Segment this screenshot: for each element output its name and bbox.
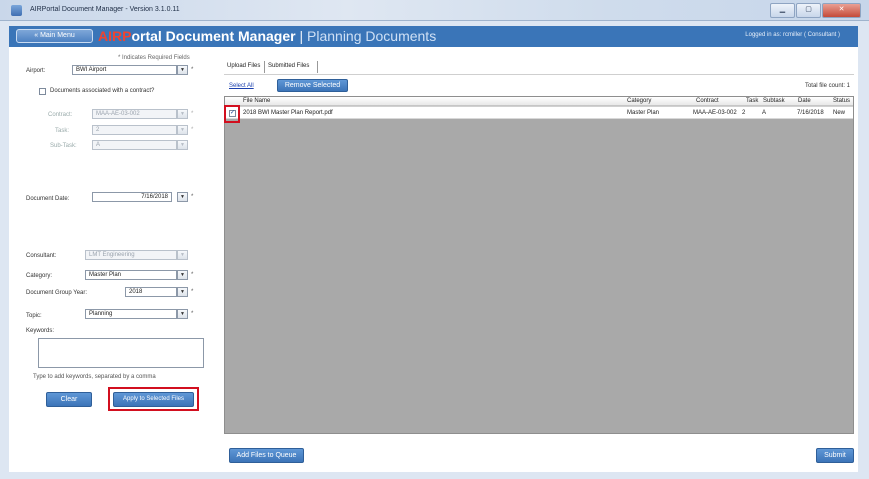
chevron-down-icon[interactable]: ▼ [177, 270, 188, 280]
grid-header: File Name Category Contract Task Subtask… [225, 97, 853, 106]
airport-select[interactable]: BWI Airport [72, 65, 177, 75]
page-title: Planning Documents [307, 28, 437, 44]
group-year-select[interactable]: 2018 [125, 287, 177, 297]
remove-selected-button[interactable]: Remove Selected [277, 79, 348, 92]
tab-divider [224, 74, 854, 75]
cell-category: Master Plan [627, 110, 660, 116]
select-all-link[interactable]: Select All [229, 83, 254, 89]
category-select[interactable]: Master Plan [85, 270, 177, 280]
maximize-icon[interactable]: ▢ [796, 3, 821, 18]
col-category[interactable]: Category [627, 98, 651, 104]
required-star: * [191, 272, 194, 278]
main-menu-button[interactable]: « Main Menu [16, 29, 93, 43]
close-icon[interactable]: ✕ [822, 3, 861, 18]
submit-button[interactable]: Submit [816, 448, 854, 463]
highlight-box [224, 105, 240, 123]
category-label: Category: [26, 273, 53, 279]
chevron-down-icon[interactable]: ▼ [177, 109, 188, 119]
contract-checkbox[interactable] [39, 88, 46, 95]
subtask-select[interactable]: A [92, 140, 177, 150]
login-info: Logged in as: rcmiller ( Consultant ) [745, 32, 840, 38]
consultant-select[interactable]: LMT Engineering [85, 250, 177, 260]
required-star: * [191, 127, 194, 133]
keywords-label: Keywords: [26, 328, 55, 334]
tab-submitted-files[interactable]: Submitted Files [264, 61, 318, 73]
subtask-label: Sub-Task: [50, 143, 77, 149]
topic-select[interactable]: Planning [85, 309, 177, 319]
app-icon [11, 5, 22, 16]
doc-date-input[interactable]: 7/16/2018 [92, 192, 172, 202]
total-file-count: Total file count: 1 [804, 83, 850, 89]
contract-checkbox-label: Documents associated with a contract? [50, 88, 155, 94]
window-controls: ▁ ▢ ✕ [770, 3, 861, 18]
apply-to-selected-files-button[interactable]: Apply to Selected Files [113, 392, 194, 407]
topic-label: Topic: [26, 313, 42, 319]
required-star: * [191, 194, 194, 200]
col-status[interactable]: Status [833, 98, 850, 104]
chevron-down-icon[interactable]: ▼ [177, 65, 188, 75]
cell-file-name: 2018 BWI Master Plan Report.pdf [243, 110, 333, 116]
col-contract[interactable]: Contract [696, 98, 719, 104]
airport-label: Airport: [26, 68, 46, 74]
cell-date: 7/16/2018 [797, 110, 824, 116]
file-queue-grid [224, 96, 854, 434]
cell-status: New [833, 110, 846, 116]
group-year-label: Document Group Year: [26, 290, 88, 296]
cell-subtask: A [762, 110, 767, 116]
col-date[interactable]: Date [798, 98, 811, 104]
consultant-label: Consultant: [26, 253, 57, 259]
chevron-down-icon[interactable]: ▼ [177, 287, 188, 297]
required-note: * Indicates Required Fields [118, 55, 190, 61]
minimize-icon[interactable]: ▁ [770, 3, 795, 18]
required-star: * [191, 111, 194, 117]
app-brand: AIRPortal Document Manager | Planning Do… [98, 28, 436, 44]
doc-date-label: Document Date: [26, 196, 70, 202]
chevron-down-icon[interactable]: ▼ [177, 125, 188, 135]
contract-select[interactable]: MAA-AE-03-002 [92, 109, 177, 119]
brand-name: ortal Document Manager [131, 28, 296, 44]
required-star: * [191, 289, 194, 295]
col-task[interactable]: Task [746, 98, 758, 104]
clear-button[interactable]: Clear [46, 392, 92, 407]
brand-logo: AIRP [98, 28, 132, 44]
add-files-to-queue-button[interactable]: Add Files to Queue [229, 448, 304, 463]
brand-separator: | [299, 28, 304, 44]
task-label: Task: [55, 128, 70, 134]
keywords-input[interactable] [38, 338, 204, 368]
contract-label: Contract: [48, 112, 73, 118]
task-select[interactable]: 2 [92, 125, 177, 135]
keywords-hint: Type to add keywords, separated by a com… [33, 374, 156, 380]
window-title: AIRPortal Document Manager - Version 3.1… [30, 6, 180, 13]
window-titlebar: AIRPortal Document Manager - Version 3.1… [0, 0, 869, 21]
chevron-down-icon[interactable]: ▼ [177, 250, 188, 260]
calendar-dropdown-icon[interactable]: ▼ [177, 192, 188, 202]
required-star: * [191, 311, 194, 317]
col-file-name[interactable]: File Name [243, 98, 270, 104]
chevron-down-icon[interactable]: ▼ [177, 309, 188, 319]
cell-task: 2 [742, 110, 746, 116]
cell-contract: MAA-AE-03-002 [693, 110, 737, 116]
required-star: * [191, 67, 194, 73]
grid-line [225, 106, 853, 107]
chevron-down-icon[interactable]: ▼ [177, 140, 188, 150]
col-subtask[interactable]: Subtask [763, 98, 785, 104]
table-row[interactable]: 2018 BWI Master Plan Report.pdf Master P… [225, 106, 853, 119]
